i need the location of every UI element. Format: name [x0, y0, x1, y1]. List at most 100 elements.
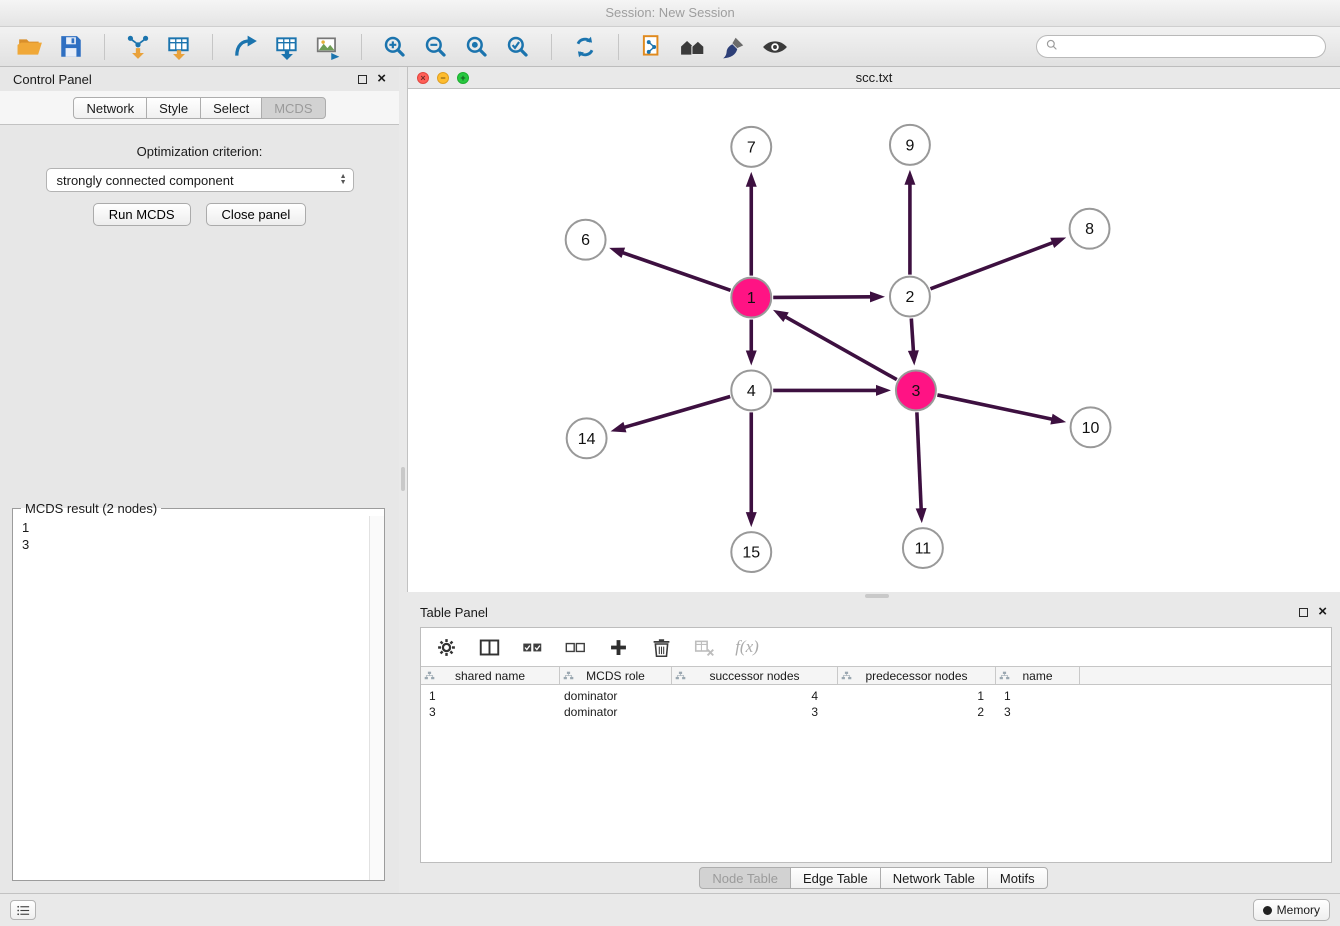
add-column-button[interactable] [605, 634, 631, 660]
delete-column-button[interactable] [648, 634, 674, 660]
float-panel-icon[interactable] [358, 75, 367, 84]
tab-network[interactable]: Network [73, 97, 147, 119]
search-input[interactable] [1064, 39, 1317, 54]
delete-column-icon [651, 637, 672, 658]
import-network-button[interactable] [122, 31, 154, 63]
deselect-all-rows-button[interactable] [562, 634, 588, 660]
save-session-button[interactable] [55, 31, 87, 63]
mcds-result-title: MCDS result (2 nodes) [21, 501, 161, 516]
export-network-button[interactable] [230, 31, 262, 63]
network-snapshot-button[interactable] [636, 31, 668, 63]
edge-3-10[interactable] [937, 395, 1053, 420]
close-panel-icon[interactable]: × [377, 73, 386, 85]
node-9[interactable]: 9 [890, 125, 930, 165]
node-2[interactable]: 2 [890, 277, 930, 317]
tab-mcds[interactable]: MCDS [261, 97, 325, 119]
column-visibility-icon [479, 637, 500, 658]
edge-arrowhead [916, 508, 927, 523]
table-cell: 3 [672, 705, 838, 719]
edge-4-14[interactable] [623, 397, 730, 428]
node-3[interactable]: 3 [896, 370, 936, 410]
tab-node-table[interactable]: Node Table [699, 867, 791, 889]
node-8[interactable]: 8 [1070, 209, 1110, 249]
column-header-filler [1080, 667, 1331, 684]
zoom-window-button[interactable]: + [457, 72, 469, 84]
memory-button[interactable]: Memory [1253, 899, 1330, 921]
open-session-button[interactable] [14, 31, 46, 63]
delete-table-button [691, 634, 717, 660]
main-content: Control Panel × NetworkStyleSelectMCDS O… [0, 67, 1340, 893]
mcds-result-item: 3 [22, 536, 375, 553]
edge-3-11[interactable] [917, 412, 921, 510]
result-scrollbar[interactable] [369, 516, 384, 880]
close-table-panel-icon[interactable]: × [1318, 606, 1327, 618]
criterion-select-value: strongly connected component [57, 173, 340, 188]
node-1[interactable]: 1 [731, 278, 771, 318]
float-table-panel-icon[interactable] [1299, 608, 1308, 617]
edge-3-1[interactable] [784, 316, 896, 379]
tab-motifs[interactable]: Motifs [987, 867, 1048, 889]
vertical-splitter[interactable] [399, 67, 407, 893]
criterion-select[interactable]: strongly connected component ▲▼ [46, 168, 354, 192]
import-table-button[interactable] [163, 31, 195, 63]
zoom-in-button[interactable] [379, 31, 411, 63]
status-bar: Memory [0, 893, 1340, 926]
column-visibility-button[interactable] [476, 634, 502, 660]
edge-2-8[interactable] [930, 242, 1054, 289]
node-6[interactable]: 6 [566, 220, 606, 260]
column-header-mcds-role[interactable]: MCDS role [560, 667, 672, 684]
network-graph[interactable]: 7 9 6 8 1 2 4 3 10 14 15 11 [408, 89, 1340, 592]
show-hide-button[interactable] [759, 31, 791, 63]
horizontal-splitter[interactable] [407, 592, 1340, 600]
close-panel-button[interactable]: Close panel [206, 203, 307, 226]
node-10[interactable]: 10 [1071, 407, 1111, 447]
refresh-layout-button[interactable] [569, 31, 601, 63]
network-canvas[interactable]: 7 9 6 8 1 2 4 3 10 14 15 11 [408, 89, 1340, 592]
table-row[interactable]: 3dominator323 [421, 704, 1331, 720]
svg-text:7: 7 [747, 139, 756, 156]
select-all-rows-button[interactable] [519, 634, 545, 660]
table-panel: Table Panel × f(x) shared nameMCDS roles… [407, 600, 1340, 893]
column-header-shared-name[interactable]: shared name [421, 667, 560, 684]
layout-brush-button[interactable] [718, 31, 750, 63]
export-table-button[interactable] [271, 31, 303, 63]
column-tree-icon [999, 671, 1010, 682]
right-column: × − + scc.txt 7968124310141511 Table Pan… [407, 67, 1340, 893]
toolbar-separator [618, 34, 619, 60]
table-settings-button[interactable] [433, 634, 459, 660]
run-mcds-button[interactable]: Run MCDS [93, 203, 191, 226]
zoom-selected-button[interactable] [502, 31, 534, 63]
node-11[interactable]: 11 [903, 528, 943, 568]
toolbar-separator [212, 34, 213, 60]
mcds-result-list[interactable]: 13 [13, 516, 384, 556]
tab-select[interactable]: Select [200, 97, 262, 119]
panel-chooser-button[interactable] [10, 900, 36, 920]
svg-text:11: 11 [915, 541, 932, 558]
column-header-name[interactable]: name [996, 667, 1080, 684]
window-titlebar[interactable]: Session: New Session [0, 0, 1340, 27]
tab-style[interactable]: Style [146, 97, 201, 119]
memory-icon [1263, 906, 1272, 915]
first-neighbors-button[interactable] [677, 31, 709, 63]
network-window-titlebar[interactable]: × − + scc.txt [408, 67, 1340, 89]
export-image-icon [315, 34, 341, 60]
zoom-fit-button[interactable] [461, 31, 493, 63]
edge-1-6[interactable] [621, 252, 730, 290]
search-box[interactable] [1036, 35, 1326, 58]
tab-edge-table[interactable]: Edge Table [790, 867, 881, 889]
tab-network-table[interactable]: Network Table [880, 867, 988, 889]
zoom-out-button[interactable] [420, 31, 452, 63]
node-4[interactable]: 4 [731, 370, 771, 410]
column-header-predecessor-nodes[interactable]: predecessor nodes [838, 667, 996, 684]
minimize-window-button[interactable]: − [437, 72, 449, 84]
table-row[interactable]: 1dominator411 [421, 688, 1331, 704]
node-7[interactable]: 7 [731, 127, 771, 167]
export-image-button[interactable] [312, 31, 344, 63]
edge-1-2[interactable] [773, 297, 872, 298]
edge-2-3[interactable] [911, 318, 913, 352]
node-15[interactable]: 15 [731, 532, 771, 572]
close-window-button[interactable]: × [417, 72, 429, 84]
edge-arrowhead [746, 172, 757, 187]
column-header-successor-nodes[interactable]: successor nodes [672, 667, 838, 684]
node-14[interactable]: 14 [567, 418, 607, 458]
